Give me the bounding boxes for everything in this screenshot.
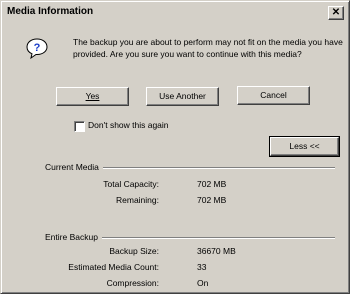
yes-button-label: Yes [85,91,100,101]
window-title: Media Information [7,6,94,17]
title-bar[interactable]: Media Information ✕ [4,4,346,22]
cancel-button-label: Cancel [260,90,287,100]
yes-button[interactable]: Yes [56,87,129,106]
backup-size-label: Backup Size: [109,246,159,256]
less-button-label: Less << [289,141,320,151]
estimated-media-count-value: 33 [197,262,207,272]
warning-message: The backup you are about to perform may … [73,37,343,59]
use-another-button[interactable]: Use Another [146,87,219,106]
compression-label: Compression: [106,278,159,288]
use-another-button-label: Use Another [159,91,206,101]
total-capacity-label: Total Capacity: [103,179,159,189]
dont-show-again-label[interactable]: Don't show this again [88,120,169,130]
total-capacity-value: 702 MB [197,179,227,189]
estimated-media-count-label: Estimated Media Count: [68,262,159,272]
remaining-value: 702 MB [197,195,227,205]
current-media-heading: Current Media [45,162,103,172]
dont-show-again-checkbox[interactable] [74,121,85,132]
close-icon: ✕ [331,7,341,18]
question-icon: ? [26,38,48,60]
compression-value: On [197,278,209,288]
close-button[interactable]: ✕ [328,6,344,20]
svg-text:?: ? [34,42,41,54]
cancel-button[interactable]: Cancel [237,86,310,105]
entire-backup-heading: Entire Backup [45,232,102,242]
remaining-label: Remaining: [116,195,159,205]
backup-size-value: 36670 MB [197,246,236,256]
less-button[interactable]: Less << [269,136,340,157]
media-information-dialog: Media Information ✕ ? The backup you are… [0,0,350,294]
